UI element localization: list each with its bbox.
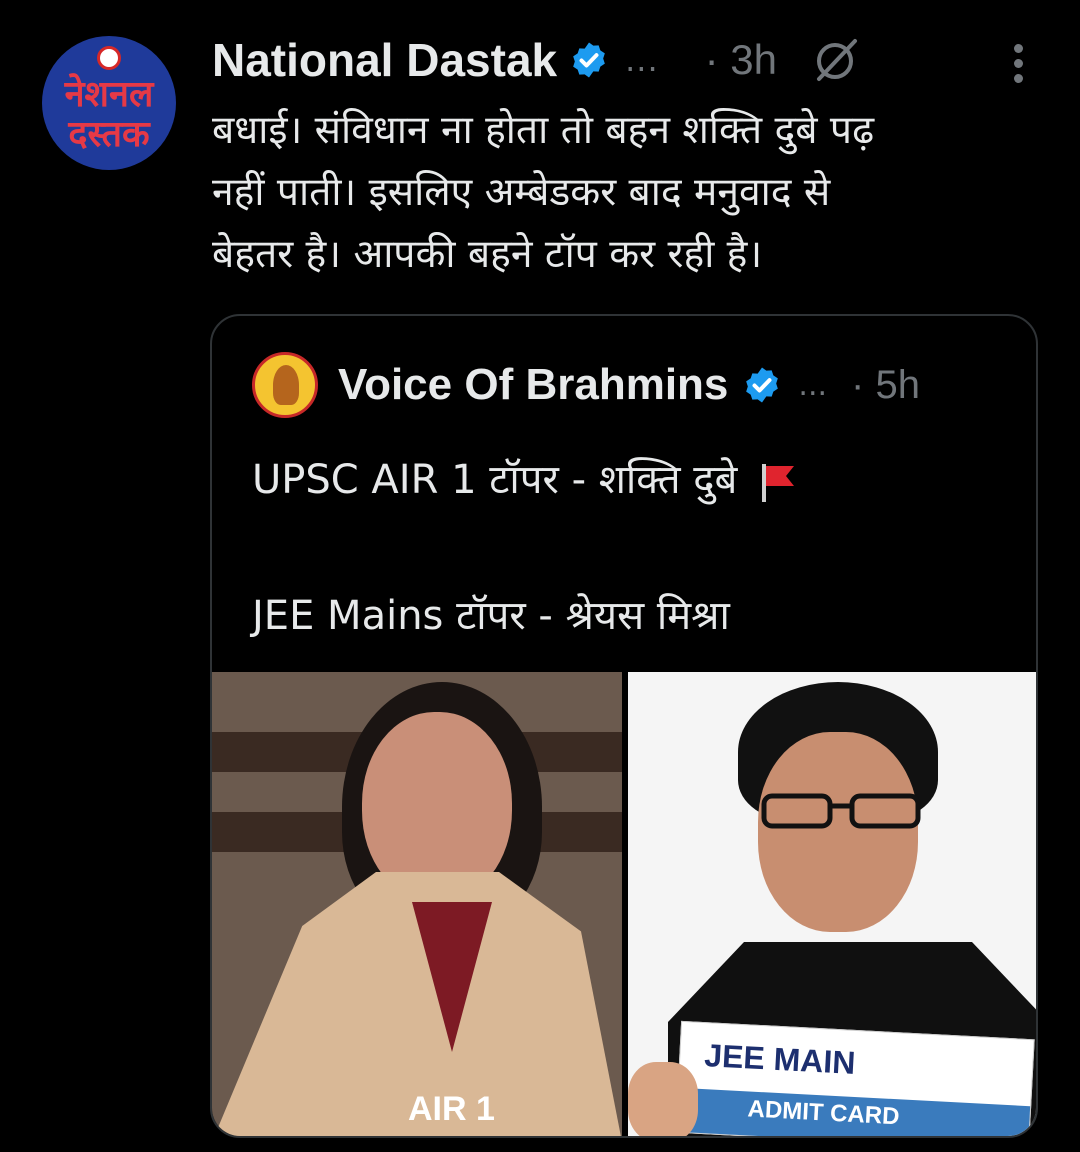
tweet-header: National Dastak ... · 3h [212,30,1042,90]
quoted-line-1: UPSC AIR 1 टॉपर - शक्ति दुबे [252,450,798,505]
admit-card: JEE MAIN ADMIT CARD [675,1020,1035,1136]
verified-badge-icon [573,42,605,78]
portrait-face [758,732,918,932]
quoted-avatar [252,352,318,418]
more-options-icon[interactable] [1012,44,1024,84]
quoted-time: · 5h [851,362,920,407]
tweet-time[interactable]: · 3h [705,36,777,84]
hand [628,1062,698,1136]
quoted-tweet[interactable]: Voice Of Brahmins ... · 5h UPSC AIR 1 टॉ… [210,314,1038,1138]
quoted-line-2: JEE Mains टॉपर - श्रेयस मिश्रा [252,593,730,639]
image-topper-jee[interactable]: JEE MAIN ADMIT CARD [628,672,1036,1136]
avatar-logo-line2: दस्तक [68,114,150,155]
chakra-icon [97,46,121,70]
author-name[interactable]: National Dastak [212,33,557,87]
verified-badge-icon [746,367,779,403]
author-avatar[interactable]: नेशनल दस्तक [42,36,176,170]
quoted-header: Voice Of Brahmins ... · 5h [252,350,1012,420]
quoted-author-name: Voice Of Brahmins [338,360,729,409]
author-truncation: ... [625,41,659,79]
grok-icon[interactable] [811,35,861,85]
avatar-logo-line1: नेशनल [64,74,154,115]
image-caption: AIR 1 [408,1090,495,1128]
glasses-icon [761,793,921,829]
red-flag-icon [762,464,795,502]
image-topper-upsc[interactable]: AIR 1 [212,672,622,1136]
quoted-truncation: ... [798,367,828,403]
tweet-text: बधाई। संविधान ना होता तो बहन शक्ति दुबे … [212,108,875,277]
admit-card-title: JEE MAIN [703,1037,857,1081]
quoted-line-1-text: UPSC AIR 1 टॉपर - शक्ति दुबे [252,457,738,503]
